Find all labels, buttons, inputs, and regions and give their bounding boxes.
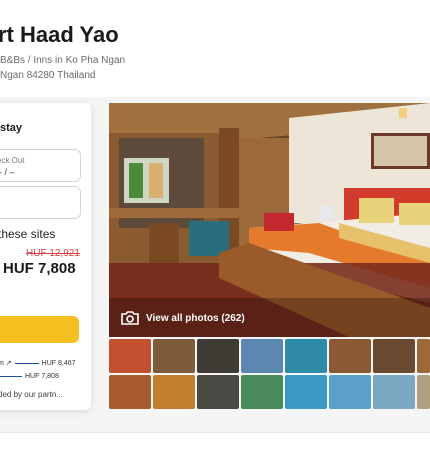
thumbnail[interactable] bbox=[109, 339, 151, 373]
bottom-section bbox=[0, 432, 430, 466]
thumbnail[interactable] bbox=[241, 375, 283, 409]
checkout-label: eck Out bbox=[0, 156, 25, 165]
booking-panel: stay eck Out – / – these sites HUF 12,92… bbox=[0, 103, 91, 410]
thumbnail[interactable] bbox=[417, 375, 430, 409]
thumbnail[interactable] bbox=[153, 375, 195, 409]
view-all-photos-button[interactable]: View all photos (262) bbox=[121, 311, 245, 325]
checkout-value: – / – bbox=[0, 167, 15, 177]
original-price: HUF 12,921 bbox=[26, 248, 80, 259]
view-all-label: View all photos (262) bbox=[146, 312, 245, 324]
guests-field[interactable] bbox=[0, 186, 81, 219]
provided-by-text: ded by our partn... bbox=[0, 390, 63, 399]
view-deal-button[interactable] bbox=[0, 316, 79, 343]
main-photo[interactable] bbox=[109, 103, 430, 337]
thumbnail[interactable] bbox=[373, 375, 415, 409]
offer-row[interactable]: HUF 7,808 bbox=[0, 373, 59, 380]
sites-heading: these sites bbox=[0, 227, 56, 241]
thumbnail[interactable] bbox=[197, 339, 239, 373]
offer-price: HUF 7,808 bbox=[25, 373, 59, 380]
thumbnail[interactable] bbox=[329, 339, 371, 373]
breadcrumb[interactable]: B&Bs / Inns in Ko Pha Ngan bbox=[0, 55, 125, 66]
photo-thumbnails bbox=[109, 339, 430, 411]
hotel-title: rt Haad Yao bbox=[0, 22, 119, 47]
thumbnail[interactable] bbox=[285, 375, 327, 409]
camera-icon bbox=[121, 311, 139, 325]
room-photo bbox=[109, 103, 430, 337]
deal-price: HUF 7,808 bbox=[3, 260, 76, 277]
hotel-address: Ngan 84280 Thailand bbox=[0, 70, 96, 81]
thumbnail[interactable] bbox=[329, 375, 371, 409]
hotel-header: rt Haad Yao B&Bs / Inns in Ko Pha Ngan N… bbox=[0, 0, 430, 97]
offer-row[interactable]: m ↗ HUF 8,467 bbox=[0, 359, 76, 367]
offer-leader bbox=[0, 375, 22, 377]
offer-leader bbox=[14, 362, 39, 364]
checkout-date-field[interactable]: eck Out – / – bbox=[0, 149, 81, 182]
thumbnail[interactable] bbox=[153, 339, 195, 373]
panel-heading: stay bbox=[0, 122, 23, 134]
offer-label: m ↗ bbox=[0, 360, 12, 367]
thumbnail[interactable] bbox=[241, 339, 283, 373]
offer-price: HUF 8,467 bbox=[41, 360, 76, 367]
thumbnail[interactable] bbox=[285, 339, 327, 373]
thumbnail[interactable] bbox=[109, 375, 151, 409]
thumbnail[interactable] bbox=[417, 339, 430, 373]
thumbnail[interactable] bbox=[373, 339, 415, 373]
thumbnail[interactable] bbox=[197, 375, 239, 409]
